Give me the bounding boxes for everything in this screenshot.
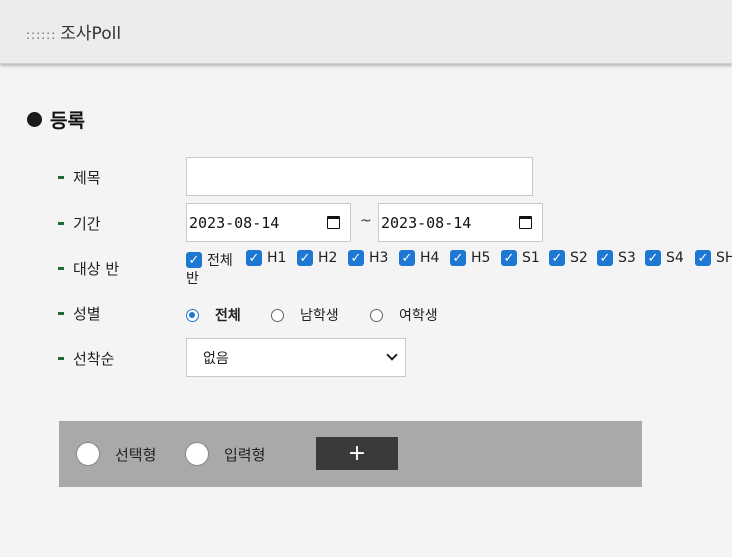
class-checkbox-h3[interactable]: ✓ H3 [348, 250, 388, 266]
title-input[interactable] [186, 157, 533, 196]
checkbox-checked-icon[interactable]: ✓ [348, 250, 364, 266]
class-checkbox-label: 전체 [207, 253, 233, 269]
end-date-input[interactable]: 2023-08-14 [378, 203, 543, 242]
checkbox-checked-icon[interactable]: ✓ [297, 250, 313, 266]
gender-option-label: 전체 [215, 308, 241, 324]
dash-icon [58, 222, 64, 225]
gender-row-label: 성별 [58, 303, 101, 324]
question-type-input[interactable]: 입력형 [185, 442, 265, 466]
class-checkbox-label: SH [716, 250, 732, 266]
class-checkbox-label: H3 [369, 250, 389, 266]
chevron-down-icon [386, 349, 398, 361]
period-row-label: 기간 [58, 213, 101, 234]
class-checkbox-s1[interactable]: ✓ S1 [501, 250, 540, 266]
class-checkbox-label: S3 [618, 250, 636, 266]
start-date-input[interactable]: 2023-08-14 [186, 203, 351, 242]
order-select[interactable]: 없음 [186, 338, 406, 377]
gender-label: 성별 [73, 305, 101, 323]
bullet-icon [27, 112, 42, 127]
class-checkbox-label: H1 [267, 250, 287, 266]
checkbox-checked-icon[interactable]: ✓ [501, 250, 517, 266]
class-checkbox-h1[interactable]: ✓ H1 [246, 250, 286, 266]
start-date-value: 2023-08-14 [189, 213, 280, 232]
input-label: 입력형 [224, 445, 266, 464]
checkbox-checked-icon[interactable]: ✓ [645, 250, 661, 266]
class-checkbox-label: H5 [471, 250, 491, 266]
order-label: 선착순 [73, 350, 115, 368]
class-checkbox-h2[interactable]: ✓ H2 [297, 250, 337, 266]
date-separator: ~ [360, 213, 372, 229]
question-type-bar: 선택형 입력형 + [59, 421, 642, 487]
class-checkbox-sh[interactable]: ✓ SH [695, 250, 732, 266]
gender-option-label: 남학생 [300, 308, 339, 324]
order-row-label: 선착순 [58, 348, 114, 369]
class-wrap-tail: 반 [186, 271, 199, 287]
end-date-value: 2023-08-14 [381, 213, 472, 232]
class-checkbox-label: S2 [570, 250, 588, 266]
class-checkbox-h5[interactable]: ✓ H5 [450, 250, 490, 266]
title-row-label: 제목 [58, 167, 101, 188]
radio-icon[interactable] [370, 308, 383, 322]
class-checkbox-label: H2 [318, 250, 338, 266]
radio-icon[interactable] [271, 308, 284, 322]
class-checkbox-s4[interactable]: ✓ S4 [645, 250, 684, 266]
period-label: 기간 [73, 215, 101, 233]
class-row-label: 대상 반 [58, 258, 119, 279]
radio-selected-icon[interactable] [186, 308, 199, 322]
title-label: 제목 [73, 169, 101, 187]
dash-icon [58, 357, 64, 360]
order-select-value: 없음 [203, 350, 229, 367]
class-checkbox-s2[interactable]: ✓ S2 [549, 250, 588, 266]
calendar-icon[interactable] [519, 216, 532, 229]
class-checkbox-label: H4 [420, 250, 440, 266]
checkbox-checked-icon[interactable]: ✓ [186, 252, 202, 268]
title-dots: :::::: [26, 28, 57, 42]
checkbox-checked-icon[interactable]: ✓ [246, 250, 262, 266]
radio-icon[interactable] [76, 442, 100, 466]
class-checkbox-label: S4 [666, 250, 684, 266]
class-checkbox-h4[interactable]: ✓ H4 [399, 250, 439, 266]
radio-icon[interactable] [185, 442, 209, 466]
class-checkbox-s3[interactable]: ✓ S3 [597, 250, 636, 266]
checkbox-checked-icon[interactable]: ✓ [450, 250, 466, 266]
top-bar: :::::: 조사Poll [0, 0, 732, 64]
dash-icon [58, 176, 64, 179]
add-question-button[interactable]: + [316, 437, 398, 470]
section-heading: 등록 [27, 106, 85, 133]
checkbox-checked-icon[interactable]: ✓ [597, 250, 613, 266]
gender-option-label: 여학생 [399, 308, 438, 324]
checkbox-checked-icon[interactable]: ✓ [695, 250, 711, 266]
class-checkbox-all[interactable]: ✓ 전체 [186, 250, 233, 270]
dash-icon [58, 312, 64, 315]
choice-label: 선택형 [115, 445, 157, 464]
class-checkbox-label: S1 [522, 250, 540, 266]
gender-radio-female[interactable]: 여학생 [370, 305, 438, 325]
gender-radio-all[interactable]: 전체 [186, 305, 241, 325]
gender-radio-male[interactable]: 남학생 [271, 305, 339, 325]
checkbox-checked-icon[interactable]: ✓ [549, 250, 565, 266]
section-title: 등록 [50, 110, 85, 132]
class-checkboxes: ✓ 전체 ✓ H1 ✓ H2 ✓ H3 ✓ H4 ✓ H5 ✓ S1 ✓ S2 ✓ S3 ✓ S4 … [186, 250, 732, 290]
app-title: :::::: 조사Poll [26, 19, 121, 44]
question-type-choice[interactable]: 선택형 [76, 442, 156, 466]
dash-icon [58, 267, 64, 270]
app-title-text: 조사Poll [60, 24, 122, 44]
class-label: 대상 반 [73, 260, 120, 278]
checkbox-checked-icon[interactable]: ✓ [399, 250, 415, 266]
calendar-icon[interactable] [327, 216, 340, 229]
